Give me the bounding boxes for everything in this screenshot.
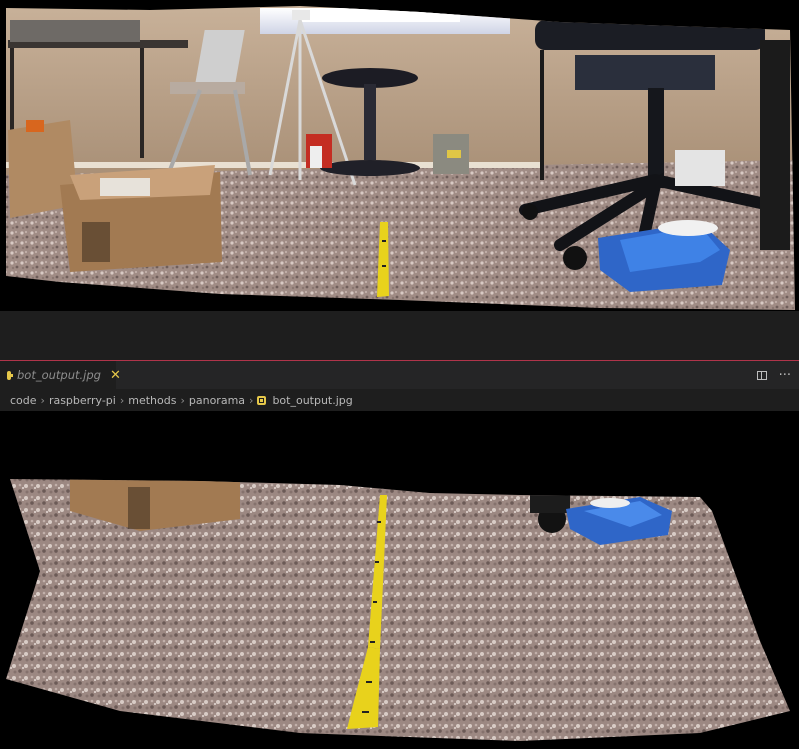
chevron-right-icon: › xyxy=(119,393,125,407)
room-panorama-image xyxy=(0,0,799,360)
bottom-image-editor xyxy=(0,411,799,749)
image-file-icon xyxy=(7,370,13,380)
breadcrumb-raspberry-pi[interactable]: raspberry-pi xyxy=(49,394,116,407)
close-icon[interactable]: ✕ xyxy=(110,369,121,382)
editor-tab-bar: bot_output.jpg ✕ ··· xyxy=(0,361,799,389)
chevron-right-icon: › xyxy=(249,393,254,407)
breadcrumb-file[interactable]: bot_output.jpg xyxy=(272,394,352,407)
more-actions-icon[interactable]: ··· xyxy=(779,369,791,382)
tab-label: bot_output.jpg xyxy=(17,368,101,382)
image-file-icon xyxy=(257,395,267,405)
chevron-right-icon: › xyxy=(180,393,185,407)
breadcrumb-code[interactable]: code xyxy=(10,394,37,407)
top-image-editor xyxy=(0,0,799,360)
tab-bot-output[interactable]: bot_output.jpg ✕ xyxy=(0,361,121,389)
breadcrumb-methods[interactable]: methods xyxy=(128,394,176,407)
breadcrumb-panorama[interactable]: panorama xyxy=(189,394,245,407)
chevron-right-icon: › xyxy=(40,393,45,407)
floor-panorama-image xyxy=(0,411,799,749)
split-editor-icon[interactable] xyxy=(756,370,767,380)
editor-actions: ··· xyxy=(756,361,791,389)
breadcrumb: code › raspberry-pi › methods › panorama… xyxy=(10,389,353,411)
